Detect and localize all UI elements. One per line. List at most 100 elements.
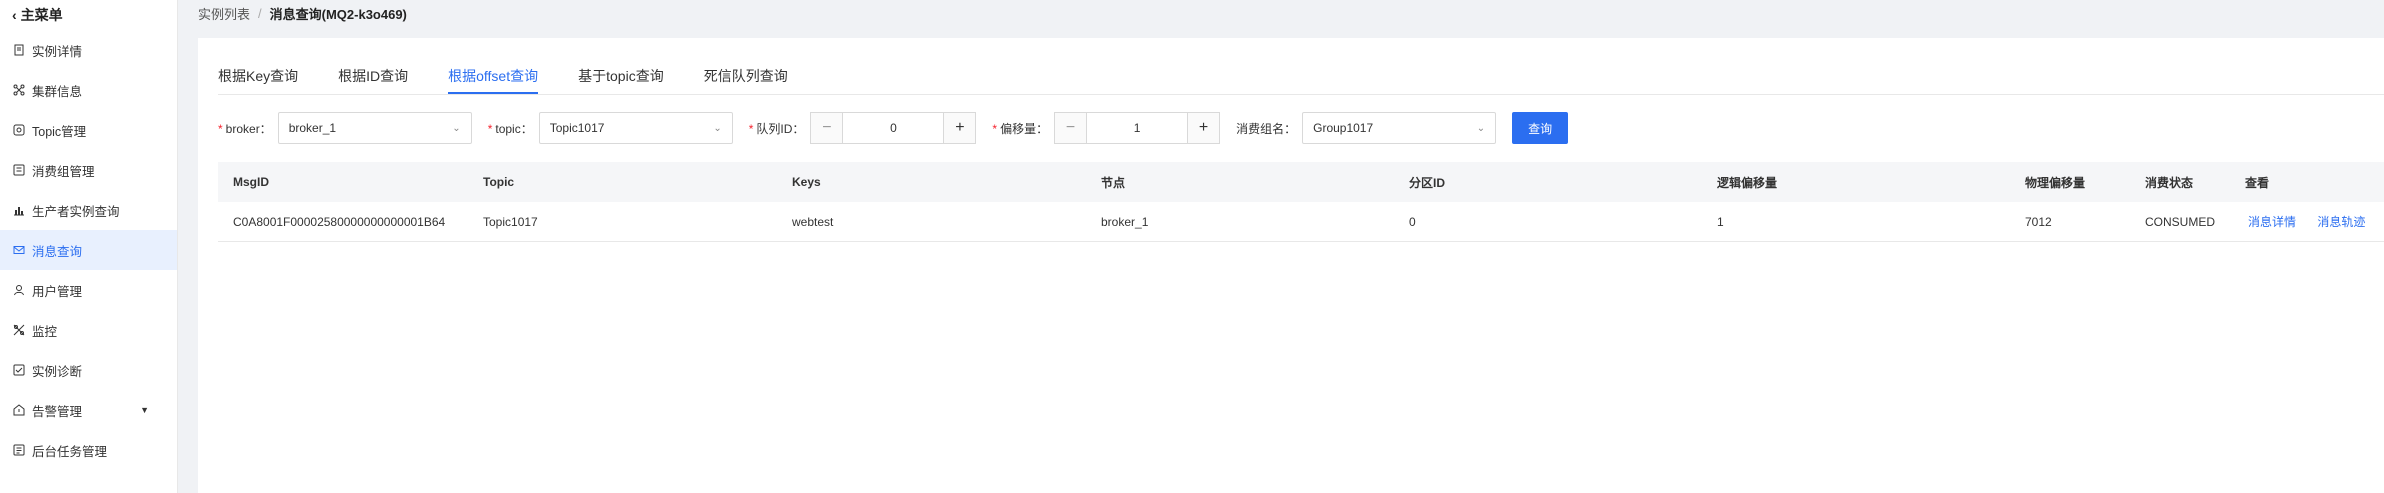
cell-topic: Topic1017 [483, 214, 538, 229]
sidebar-item-label: 监控 [32, 324, 58, 339]
required-mark: * [748, 121, 754, 136]
sidebar-item-user-management[interactable]: 用户管理 [0, 270, 177, 310]
topic-label-text: topic： [495, 121, 533, 136]
minus-icon[interactable]: − [1055, 113, 1088, 143]
tab-query-by-key[interactable]: 根据Key查询 [218, 60, 298, 92]
chevron-left-icon: ‹ [12, 7, 17, 23]
consumer-group-select[interactable]: Group1017 ⌄ [1302, 112, 1497, 144]
cell-partition-id: 0 [1409, 214, 1416, 229]
broker-label-text: broker： [225, 121, 272, 136]
header-physical-offset: 物理偏移量 [2025, 175, 2086, 190]
tabs-divider [218, 94, 2384, 95]
message-trace-link[interactable]: 消息轨迹 [2317, 215, 2365, 229]
filter-bar: * broker： broker_1 ⌄ * topic： Topic1017 ⌄ … [218, 112, 1569, 144]
sidebar-item-label: Topic管理 [32, 124, 87, 139]
sidebar-item-instance-diagnosis[interactable]: 实例诊断 [0, 350, 177, 390]
breadcrumb-separator: / [258, 6, 262, 21]
query-button[interactable]: 查询 [1512, 112, 1569, 144]
consumer-group-icon [12, 163, 26, 177]
header-keys: Keys [792, 175, 821, 189]
topic-select-value: Topic1017 [549, 121, 605, 135]
table-row: C0A8001F00002580000000000001B64 Topic101… [218, 202, 2384, 242]
queue-id-stepper[interactable]: − 0 + [810, 112, 977, 144]
topic-label: * topic： [488, 120, 533, 137]
sidebar-item-label: 实例详情 [32, 44, 83, 59]
sidebar: ‹ 主菜单 实例详情 集群信息 Topic管理 消费组管理 生产者实例查询 消息… [0, 0, 178, 493]
queue-id-value[interactable]: 0 [843, 121, 943, 135]
sidebar-item-label: 后台任务管理 [32, 444, 108, 459]
cluster-icon [12, 83, 26, 97]
cell-logical-offset: 1 [1717, 214, 1724, 229]
task-icon [12, 443, 26, 457]
back-to-main-menu[interactable]: ‹ 主菜单 [0, 0, 177, 30]
offset-stepper[interactable]: − 1 + [1054, 112, 1221, 144]
required-mark: * [218, 121, 223, 136]
plus-icon[interactable]: + [943, 113, 976, 143]
offset-label: * 偏移量： [992, 120, 1048, 137]
monitor-icon [12, 323, 26, 337]
breadcrumb: 实例列表 / 消息查询(MQ2-k3o469) [198, 4, 407, 23]
cell-consume-status: CONSUMED [2145, 214, 2216, 229]
user-icon [12, 283, 26, 297]
header-msgid: MsgID [233, 175, 269, 189]
sidebar-item-message-query[interactable]: 消息查询 [0, 230, 177, 270]
breadcrumb-current: 消息查询(MQ2-k3o469) [269, 7, 407, 22]
sidebar-item-label: 消费组管理 [32, 164, 95, 179]
sidebar-item-label: 生产者实例查询 [32, 204, 120, 219]
required-mark: * [992, 121, 998, 136]
header-view: 查看 [2245, 175, 2270, 190]
tab-query-by-id[interactable]: 根据ID查询 [338, 60, 408, 92]
chevron-down-icon: ⌄ [713, 122, 722, 134]
offset-label-text: 偏移量： [1000, 121, 1049, 136]
header-topic: Topic [483, 175, 515, 189]
tab-query-by-topic[interactable]: 基于topic查询 [578, 60, 664, 92]
header-logical-offset: 逻辑偏移量 [1717, 175, 1778, 190]
cell-view-actions: 消息详情 消息轨迹 [2230, 213, 2370, 230]
query-tabs: 根据Key查询 根据ID查询 根据offset查询 基于topic查询 死信队列… [218, 60, 828, 94]
sidebar-item-label: 消息查询 [32, 244, 83, 259]
sidebar-item-topic-management[interactable]: Topic管理 [0, 110, 177, 150]
cell-keys: webtest [792, 214, 834, 229]
queue-id-label-text: 队列ID： [756, 121, 805, 136]
broker-select[interactable]: broker_1 ⌄ [277, 112, 472, 144]
chart-icon [12, 203, 26, 217]
chevron-down-icon: ⌄ [452, 122, 461, 134]
header-partition-id: 分区ID [1409, 175, 1446, 190]
broker-select-value: broker_1 [288, 121, 337, 135]
back-label: 主菜单 [20, 7, 63, 23]
plus-icon[interactable]: + [1187, 113, 1220, 143]
sidebar-item-label: 实例诊断 [32, 364, 83, 379]
cell-node: broker_1 [1101, 214, 1149, 229]
message-detail-link[interactable]: 消息详情 [2248, 215, 2296, 229]
tab-query-by-offset[interactable]: 根据offset查询 [448, 60, 539, 94]
sidebar-item-monitor[interactable]: 监控 [0, 310, 177, 350]
sidebar-item-background-tasks[interactable]: 后台任务管理 [0, 430, 177, 470]
sidebar-item-instance-detail[interactable]: 实例详情 [0, 30, 177, 70]
cell-msgid: C0A8001F00002580000000000001B64 [233, 214, 446, 229]
queue-id-label: * 队列ID： [749, 120, 805, 137]
consumer-group-label: 消费组名： [1236, 121, 1297, 136]
sidebar-item-consumer-group[interactable]: 消费组管理 [0, 150, 177, 190]
sidebar-item-cluster-info[interactable]: 集群信息 [0, 70, 177, 110]
file-icon [12, 43, 26, 57]
tab-dead-letter-queue[interactable]: 死信队列查询 [704, 60, 788, 92]
message-table: MsgID Topic Keys 节点 分区ID 逻辑偏移量 物理偏移量 消费状… [218, 162, 2384, 242]
broker-label: * broker： [218, 120, 272, 137]
main-content: 根据Key查询 根据ID查询 根据offset查询 基于topic查询 死信队列… [198, 38, 2384, 493]
cell-physical-offset: 7012 [2025, 214, 2052, 229]
required-mark: * [487, 121, 493, 136]
topic-select[interactable]: Topic1017 ⌄ [538, 112, 733, 144]
sidebar-item-producer-query[interactable]: 生产者实例查询 [0, 190, 177, 230]
diagnose-icon [12, 363, 26, 377]
consumer-group-select-value: Group1017 [1313, 121, 1374, 135]
sidebar-item-label: 告警管理 [32, 404, 83, 419]
sidebar-item-alarm-management[interactable]: 告警管理 ▼ [0, 390, 177, 430]
minus-icon[interactable]: − [811, 113, 844, 143]
offset-value[interactable]: 1 [1087, 121, 1187, 135]
breadcrumb-instance-list[interactable]: 实例列表 [198, 4, 250, 23]
alarm-icon [12, 403, 26, 417]
table-header: MsgID Topic Keys 节点 分区ID 逻辑偏移量 物理偏移量 消费状… [218, 162, 2384, 202]
caret-down-icon[interactable]: ▼ [140, 405, 149, 415]
topic-icon [12, 123, 26, 137]
header-node: 节点 [1101, 175, 1126, 190]
